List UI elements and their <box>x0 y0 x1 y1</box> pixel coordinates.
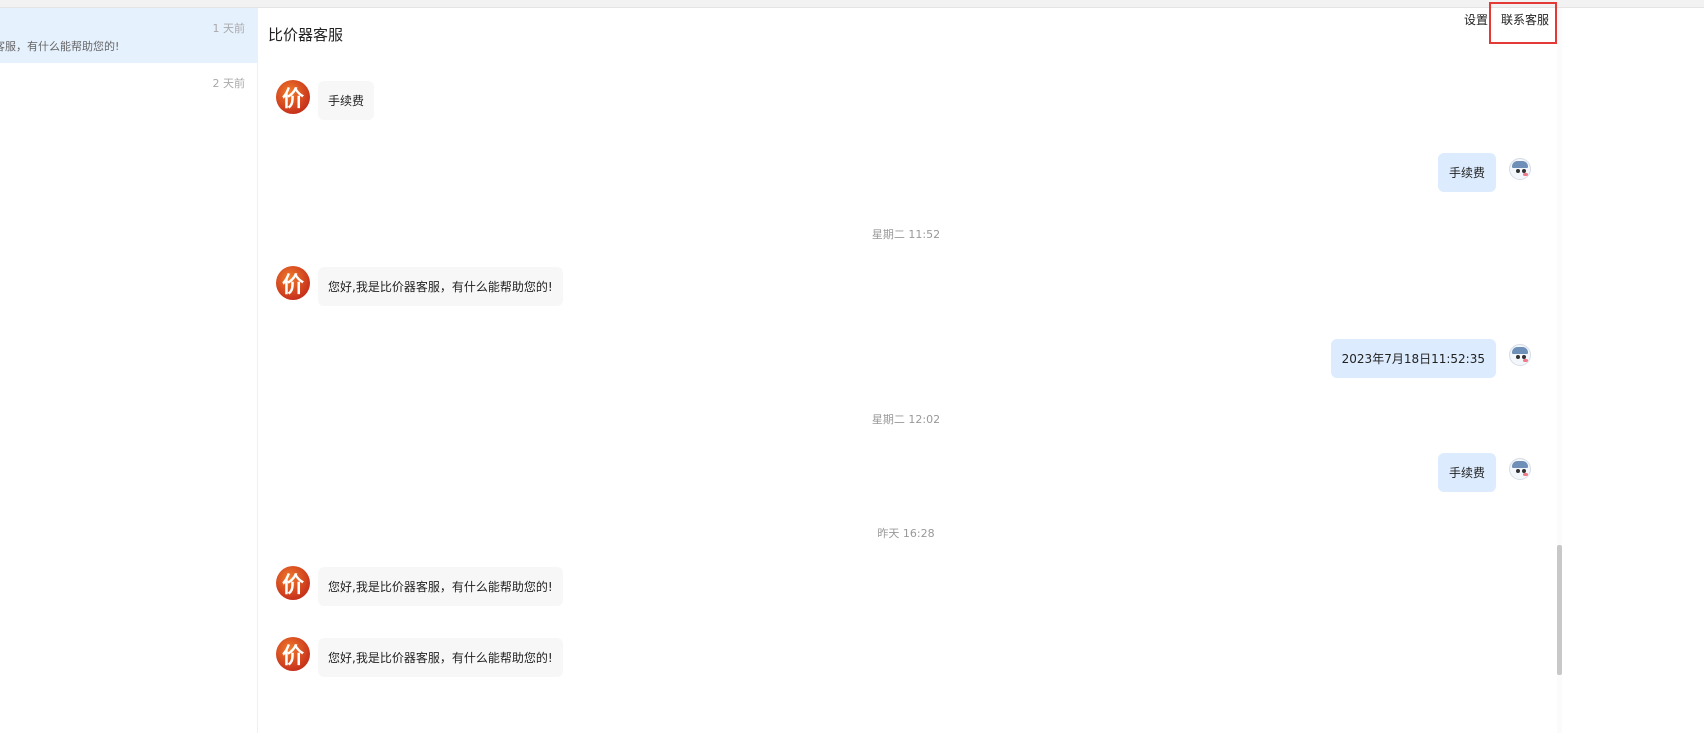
user-message-bubble: 手续费 <box>1437 153 1496 192</box>
price-logo-icon: 价 <box>276 80 310 114</box>
conversation-time: 1 天前 <box>212 22 246 35</box>
chat-title: 比价器客服 <box>268 26 344 44</box>
bot-message-bubble: 您好,我是比价器客服，有什么能帮助您的! <box>318 267 563 306</box>
user-message-bubble: 手续费 <box>1437 453 1496 492</box>
conversation-time: 2 天前 <box>212 77 246 90</box>
conversation-preview: 客服，有什么能帮助您的! <box>0 40 120 53</box>
price-logo-icon: 价 <box>276 266 310 300</box>
window-top-strip <box>0 0 1704 8</box>
bot-message-bubble: 您好,我是比价器客服，有什么能帮助您的! <box>318 638 563 677</box>
user-avatar-icon <box>1509 344 1531 366</box>
message-timestamp: 星期二 11:52 <box>871 228 941 241</box>
user-message-bubble: 2023年7月18日11:52:35 <box>1330 339 1496 378</box>
message-timestamp: 昨天 16:28 <box>877 527 935 540</box>
chat-scrollbar-thumb[interactable] <box>1557 545 1562 675</box>
price-logo-icon: 价 <box>276 566 310 600</box>
user-avatar-icon <box>1509 458 1531 480</box>
message-timestamp: 星期二 12:02 <box>871 413 941 426</box>
user-avatar-icon <box>1509 158 1531 180</box>
price-logo-icon: 价 <box>276 637 310 671</box>
conversation-item[interactable]: 2 天前 <box>0 63 257 118</box>
bot-message-bubble: 您好,我是比价器客服，有什么能帮助您的! <box>318 567 563 606</box>
settings-link[interactable]: 设置 <box>1464 11 1488 28</box>
conversation-sidebar: 1 天前 客服，有什么能帮助您的! 2 天前 <box>0 8 258 733</box>
conversation-item[interactable]: 1 天前 客服，有什么能帮助您的! <box>0 8 257 63</box>
bot-message-bubble: 手续费 <box>318 81 375 120</box>
contact-support-link[interactable]: 联系客服 <box>1501 11 1549 28</box>
